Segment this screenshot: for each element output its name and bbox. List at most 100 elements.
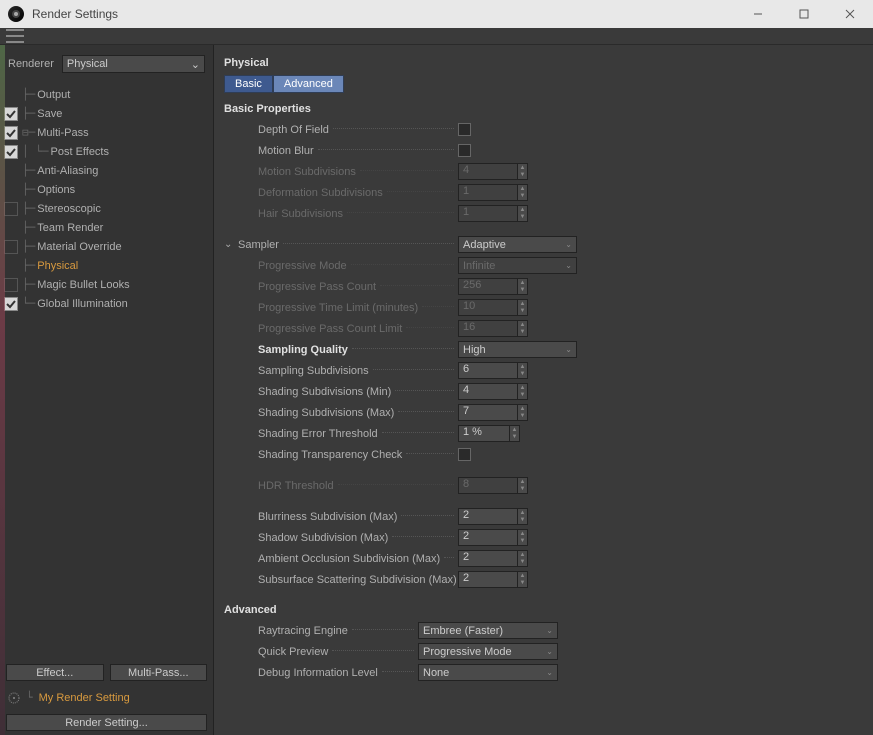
prog-time-label: Progressive Time Limit (minutes) xyxy=(258,302,418,314)
tree-line: ├─ xyxy=(22,164,35,177)
debug-select[interactable]: None⌄ xyxy=(418,664,558,681)
sampling-subdiv-field[interactable]: 6 xyxy=(458,362,518,379)
prog-mode-label: Progressive Mode xyxy=(258,260,347,272)
tree-item-anti-aliasing[interactable]: ├─Anti-Aliasing xyxy=(4,161,213,180)
tree-item-save[interactable]: ├─Save xyxy=(4,104,213,123)
rtengine-label: Raytracing Engine xyxy=(258,625,348,637)
tree-item-label: Team Render xyxy=(35,222,103,234)
tree-item-physical[interactable]: ├─Physical xyxy=(4,256,213,275)
tree-item-label: Global Illumination xyxy=(35,298,128,310)
chevron-down-icon: ⌄ xyxy=(546,626,553,635)
prog-limit-field: 16 xyxy=(458,320,518,337)
maximize-button[interactable] xyxy=(781,0,827,28)
tree-item-options[interactable]: ├─Options xyxy=(4,180,213,199)
rtengine-select[interactable]: Embree (Faster)⌄ xyxy=(418,622,558,639)
motion-blur-label: Motion Blur xyxy=(258,145,314,157)
shading-max-field[interactable]: 7 xyxy=(458,404,518,421)
tree-item-post-effects[interactable]: │ └─Post Effects xyxy=(4,142,213,161)
sampling-quality-select[interactable]: High⌄ xyxy=(458,341,577,358)
prog-count-stepper: ▲▼ xyxy=(518,278,528,295)
dof-label: Depth Of Field xyxy=(258,124,329,136)
sampler-label: Sampler xyxy=(238,239,279,251)
tree-item-global-illumination[interactable]: └─Global Illumination xyxy=(4,294,213,313)
renderer-value: Physical xyxy=(67,58,108,70)
prog-time-stepper: ▲▼ xyxy=(518,299,528,316)
chevron-down-icon: ⌄ xyxy=(191,58,200,71)
shading-max-label: Shading Subdivisions (Max) xyxy=(258,407,394,419)
tree-line: ├─ xyxy=(22,240,35,253)
basic-properties-header: Basic Properties xyxy=(214,99,873,119)
tree-checkbox[interactable] xyxy=(4,145,18,159)
tree-line: ├─ xyxy=(22,259,35,272)
sampler-select[interactable]: Adaptive⌄ xyxy=(458,236,577,253)
shading-min-field[interactable]: 4 xyxy=(458,383,518,400)
tree-item-material-override[interactable]: ├─Material Override xyxy=(4,237,213,256)
prog-time-field: 10 xyxy=(458,299,518,316)
sampler-collapse-icon[interactable]: ⌄ xyxy=(224,239,238,250)
dof-checkbox[interactable] xyxy=(458,123,471,136)
shadow-subdiv-stepper[interactable]: ▲▼ xyxy=(518,529,528,546)
hamburger-icon[interactable] xyxy=(6,29,24,43)
sss-subdiv-label: Subsurface Scattering Subdivision (Max) xyxy=(258,574,457,586)
tree-item-label: Magic Bullet Looks xyxy=(35,279,129,291)
tree-checkbox[interactable] xyxy=(4,107,18,121)
tree-checkbox[interactable] xyxy=(4,297,18,311)
tree-line: ├─ xyxy=(22,88,35,101)
my-render-setting-label: My Render Setting xyxy=(39,692,130,704)
tree-checkbox[interactable] xyxy=(4,126,18,140)
tree-item-magic-bullet-looks[interactable]: ├─Magic Bullet Looks xyxy=(4,275,213,294)
qpreview-select[interactable]: Progressive Mode⌄ xyxy=(418,643,558,660)
tree-item-output[interactable]: ├─Output xyxy=(4,85,213,104)
chevron-down-icon: ⌄ xyxy=(565,345,572,354)
shading-err-field[interactable]: 1 % xyxy=(458,425,510,442)
tree-item-team-render[interactable]: ├─Team Render xyxy=(4,218,213,237)
shading-trans-checkbox[interactable] xyxy=(458,448,471,461)
tab-advanced[interactable]: Advanced xyxy=(273,75,344,93)
sampling-quality-label: Sampling Quality xyxy=(258,344,348,356)
multipass-button[interactable]: Multi-Pass... xyxy=(110,664,208,681)
window-titlebar: Render Settings xyxy=(0,0,873,28)
blur-subdiv-label: Blurriness Subdivision (Max) xyxy=(258,511,397,523)
tree-item-label: Multi-Pass xyxy=(35,127,88,139)
shading-min-stepper[interactable]: ▲▼ xyxy=(518,383,528,400)
shading-max-stepper[interactable]: ▲▼ xyxy=(518,404,528,421)
render-setting-button[interactable]: Render Setting... xyxy=(6,714,207,731)
tree-checkbox[interactable] xyxy=(4,202,18,216)
tab-basic[interactable]: Basic xyxy=(224,75,273,93)
tree-checkbox[interactable] xyxy=(4,240,18,254)
sss-subdiv-stepper[interactable]: ▲▼ xyxy=(518,571,528,588)
sampling-subdiv-stepper[interactable]: ▲▼ xyxy=(518,362,528,379)
chevron-down-icon: ⌄ xyxy=(565,261,572,270)
tree-item-multi-pass[interactable]: ⊟─Multi-Pass xyxy=(4,123,213,142)
chevron-down-icon: ⌄ xyxy=(565,240,572,249)
prog-mode-select: Infinite⌄ xyxy=(458,257,577,274)
ao-subdiv-stepper[interactable]: ▲▼ xyxy=(518,550,528,567)
prog-limit-stepper: ▲▼ xyxy=(518,320,528,337)
ao-subdiv-field[interactable]: 2 xyxy=(458,550,518,567)
minimize-button[interactable] xyxy=(735,0,781,28)
sidebar: Renderer Physical ⌄ ├─Output├─Save⊟─Mult… xyxy=(0,45,214,735)
my-render-setting[interactable]: └ My Render Setting xyxy=(0,685,213,710)
tree-item-stereoscopic[interactable]: ├─Stereoscopic xyxy=(4,199,213,218)
hair-subdiv-stepper: ▲▼ xyxy=(518,205,528,222)
chevron-down-icon: ⌄ xyxy=(546,647,553,656)
tree-item-label: Save xyxy=(35,108,62,120)
tree-line: │ └─ xyxy=(22,145,49,158)
blur-subdiv-field[interactable]: 2 xyxy=(458,508,518,525)
prog-limit-label: Progressive Pass Count Limit xyxy=(258,323,402,335)
deform-subdiv-stepper: ▲▼ xyxy=(518,184,528,201)
sss-subdiv-field[interactable]: 2 xyxy=(458,571,518,588)
blur-subdiv-stepper[interactable]: ▲▼ xyxy=(518,508,528,525)
shading-trans-label: Shading Transparency Check xyxy=(258,449,402,461)
renderer-dropdown[interactable]: Physical ⌄ xyxy=(62,55,205,73)
shading-err-stepper[interactable]: ▲▼ xyxy=(510,425,520,442)
close-button[interactable] xyxy=(827,0,873,28)
hair-subdiv-field: 1 xyxy=(458,205,518,222)
tree-item-label: Output xyxy=(35,89,70,101)
motion-blur-checkbox[interactable] xyxy=(458,144,471,157)
effect-button[interactable]: Effect... xyxy=(6,664,104,681)
tree-line: └─ xyxy=(22,297,35,310)
shadow-subdiv-field[interactable]: 2 xyxy=(458,529,518,546)
tree-checkbox[interactable] xyxy=(4,278,18,292)
tree-item-label: Anti-Aliasing xyxy=(35,165,98,177)
